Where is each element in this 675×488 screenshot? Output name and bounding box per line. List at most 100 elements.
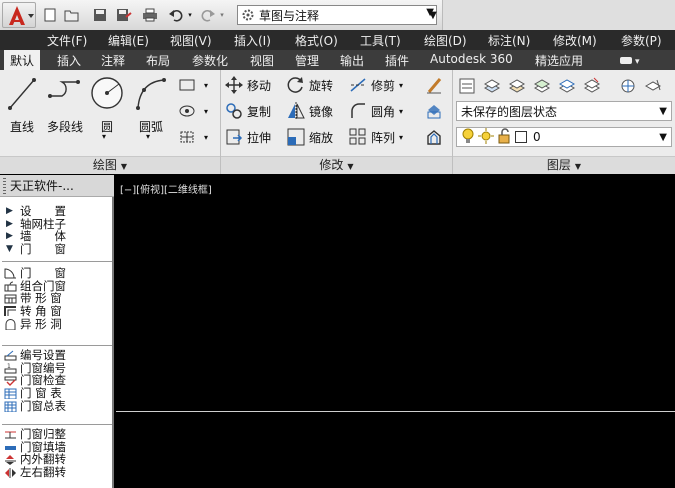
new-file-icon[interactable] [42,7,58,23]
arc-dropdown-icon[interactable]: ▾ [146,132,150,141]
tool-flip-left-right[interactable]: 左右翻转 [0,466,112,479]
hatch-tool[interactable]: ▾ [178,100,208,122]
polyline-tool[interactable]: 多段线 [44,74,86,134]
fillet-icon [349,102,367,120]
menu-insert[interactable]: 插入(I) [234,32,271,49]
drawing-canvas[interactable]: [−][俯视][二维线框] [116,175,675,488]
menu-format[interactable]: 格式(O) [295,32,338,49]
menu-draw[interactable]: 绘图(D) [424,32,467,49]
mirror-tool[interactable]: 镜像 [287,100,333,122]
array-dropdown-icon[interactable]: ▾ [399,133,403,142]
array-tool[interactable]: 阵列 ▾ [349,126,403,148]
open-file-icon[interactable] [64,7,80,23]
draw-panel-title[interactable]: 绘图 ▼ [0,156,220,174]
move-tool[interactable]: 移动 [225,74,271,96]
table-icon [4,388,17,400]
layers-panel-title-text: 图层 [546,158,571,172]
tool-special-opening[interactable]: 异 形 洞 [0,316,112,331]
application-menu-button[interactable] [2,2,36,28]
tab-annotate[interactable]: 注释 [101,52,125,69]
match-layer-icon[interactable] [507,76,527,96]
tab-insert[interactable]: 插入 [57,52,81,69]
tool-door-window-summary[interactable]: 门窗总表 [0,399,112,413]
tab-featured-apps[interactable]: 精选应用 [535,52,583,69]
undo-dropdown-icon[interactable]: ▾ [186,7,194,23]
menu-parametric[interactable]: 参数(P) [621,32,662,49]
boundary-dropdown-icon[interactable]: ▾ [204,133,208,142]
explode-tool[interactable] [425,100,447,122]
rotate-tool[interactable]: 旋转 [287,74,333,96]
layer-state-text: 未保存的图层状态 [461,104,558,119]
palette-title-bar[interactable]: 天正软件-... [0,175,114,197]
undo-icon[interactable] [168,7,184,23]
drag-grip-icon[interactable] [3,178,6,194]
arc-tool[interactable]: 圆弧 ▾ [130,74,172,141]
erase-tool[interactable] [425,74,447,96]
offset-tool[interactable] [425,126,447,148]
modify-panel-title[interactable]: 修改 ▼ [221,156,452,174]
layer-properties-icon[interactable] [457,76,477,96]
tab-parametric[interactable]: 参数化 [192,52,228,69]
trim-dropdown-icon[interactable]: ▾ [399,81,403,90]
menu-tools[interactable]: 工具(T) [360,32,401,49]
customize-toolbar-button[interactable]: ▼ [427,5,439,25]
tool-label: 左右翻转 [20,465,66,480]
layer-color-swatch [515,131,527,143]
previous-layer-icon[interactable] [532,76,552,96]
tab-default[interactable]: 默认 [4,50,41,70]
chevron-down-icon: ▼ [659,131,667,143]
save-as-icon[interactable] [116,7,132,23]
layer-selector[interactable]: 0 ▼ [456,127,672,147]
fillet-dropdown-icon[interactable]: ▾ [399,107,403,116]
tool-label: 异 形 洞 [20,316,62,331]
rectangle-dropdown-icon[interactable]: ▾ [204,81,208,90]
line-tool[interactable]: 直线 [4,74,40,134]
menu-view[interactable]: 视图(V) [170,32,212,49]
boundary-tool[interactable]: ▾ [178,126,208,148]
unisolate-layer-icon[interactable] [582,76,602,96]
category-doors-windows[interactable]: ▼ 门 窗 [0,243,112,256]
workspace-selector[interactable]: 草图与注释 ▼ [237,5,437,25]
menu-edit[interactable]: 编辑(E) [108,32,149,49]
collapse-arrow-icon: ▼ [6,244,13,255]
tab-output[interactable]: 输出 [340,52,364,69]
scale-tool[interactable]: 缩放 [287,126,333,148]
circle-tool[interactable]: 圆 ▾ [88,74,126,141]
strip-window-icon [4,294,17,304]
circle-dropdown-icon[interactable]: ▾ [102,132,106,141]
redo-icon[interactable] [200,7,216,23]
rectangle-tool[interactable]: ▾ [178,74,208,96]
trim-tool[interactable]: 修剪 ▾ [349,74,403,96]
ribbon-minimize-button[interactable]: ▾ [618,53,644,67]
tab-autodesk-360[interactable]: Autodesk 360 [430,52,513,66]
save-icon[interactable] [92,7,108,23]
redo-dropdown-icon[interactable]: ▾ [218,7,226,23]
menu-file[interactable]: 文件(F) [47,32,87,49]
current-layer-name: 0 [533,130,541,144]
tab-manage[interactable]: 管理 [295,52,319,69]
layer-state-combo[interactable]: 未保存的图层状态 ▼ [456,101,672,121]
stretch-tool[interactable]: 拉伸 [225,126,271,148]
tab-plugins[interactable]: 插件 [385,52,409,69]
menu-modify[interactable]: 修改(M) [553,32,597,49]
plot-icon[interactable] [142,7,158,23]
arc-icon [136,78,166,110]
lightbulb-icon [461,128,475,147]
viewport-controls-label[interactable]: [−][俯视][二维线框] [120,181,212,196]
fillet-tool[interactable]: 圆角 ▾ [349,100,403,122]
isolate-layer-icon[interactable] [557,76,577,96]
divider [2,261,112,262]
tab-view[interactable]: 视图 [250,52,274,69]
copy-tool[interactable]: 复制 [225,100,271,122]
freeze-layer-icon[interactable] [618,76,638,96]
menu-dimension[interactable]: 标注(N) [488,32,530,49]
layers-panel-title[interactable]: 图层 ▼ [453,156,675,174]
line-tool-label: 直线 [9,120,34,134]
expand-arrow-icon: ▶ [6,231,13,242]
hatch-dropdown-icon[interactable]: ▾ [204,107,208,116]
layer-off-icon[interactable] [643,76,663,96]
make-current-layer-icon[interactable] [482,76,502,96]
array-icon [349,128,367,146]
line-icon [8,78,36,110]
tab-layout[interactable]: 布局 [146,52,170,69]
